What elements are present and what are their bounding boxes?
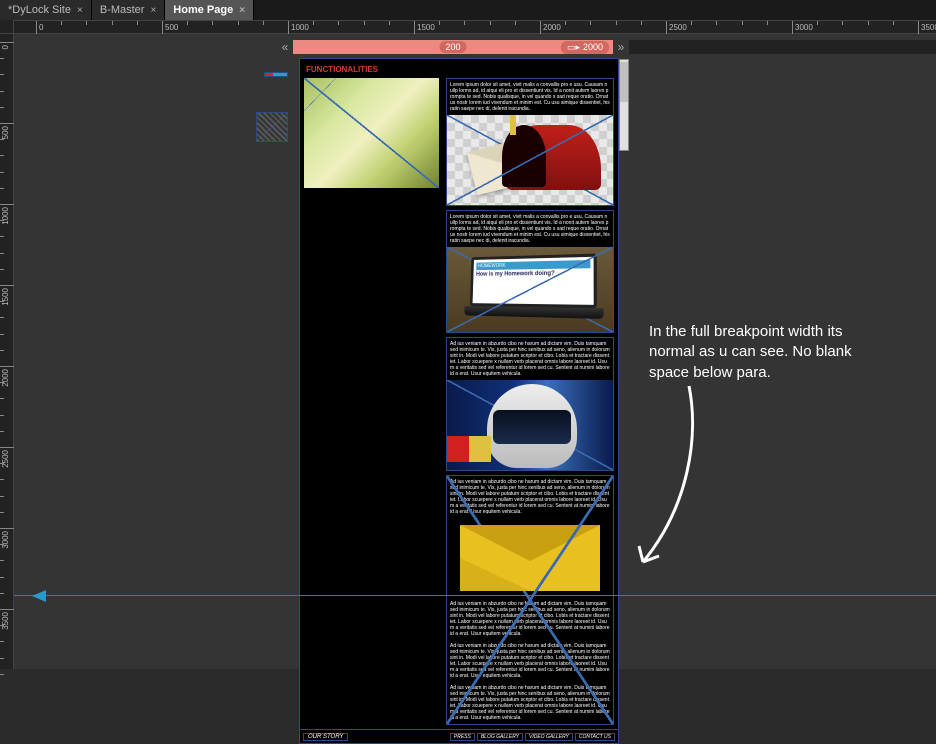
tab-label: *DyLock Site bbox=[8, 4, 71, 16]
laptop-image[interactable]: HOMEWORK How is my Homework doing? bbox=[447, 247, 613, 332]
laptop-icon: HOMEWORK How is my Homework doing? bbox=[469, 253, 608, 323]
ruler-tick-label: 1500 bbox=[1, 288, 10, 306]
tab-b-master[interactable]: B-Master × bbox=[92, 0, 165, 20]
ruler-tick-label: 3000 bbox=[795, 23, 813, 32]
horizontal-guide[interactable] bbox=[14, 595, 936, 596]
off-canvas-placeholder[interactable] bbox=[256, 112, 288, 142]
breakpoint-next-button[interactable]: » bbox=[613, 40, 629, 54]
ruler-tick bbox=[0, 285, 14, 286]
footer-link[interactable]: BLOG GALLERY bbox=[477, 733, 523, 741]
ruler-tick-label: 500 bbox=[165, 23, 178, 32]
ruler-tick-label: 1000 bbox=[291, 23, 309, 32]
ruler-tick-label: 2500 bbox=[1, 450, 10, 468]
mailbox-icon bbox=[506, 125, 601, 190]
ruler-tick-label: 0 bbox=[39, 23, 43, 32]
tab-label: Home Page bbox=[173, 4, 233, 16]
tab-dylock-site[interactable]: *DyLock Site × bbox=[0, 0, 92, 20]
page-body: FUNCTIONALITIES Lorem ipsum dolor sit am… bbox=[300, 59, 618, 729]
close-icon[interactable]: × bbox=[239, 5, 245, 16]
annotation-arrow-icon bbox=[629, 376, 709, 576]
ruler-tick-label: 2000 bbox=[543, 23, 561, 32]
ruler-tick bbox=[414, 21, 415, 35]
breakpoint-bar: « 200 ▭▸ 2000 » bbox=[14, 40, 936, 54]
content-card[interactable]: Lorem ipsum dolor sit amet, vivit malis … bbox=[446, 210, 614, 333]
ruler-tick bbox=[36, 21, 37, 35]
tab-home-page[interactable]: Home Page × bbox=[165, 0, 254, 20]
page-footer-nav: OUR STORY PRESS BLOG GALLERY VIDEO GALLE… bbox=[300, 729, 618, 743]
off-canvas-element[interactable] bbox=[265, 73, 273, 76]
breakpoint-segment-active[interactable]: 200 ▭▸ 2000 bbox=[293, 40, 613, 54]
page-section-title[interactable]: FUNCTIONALITIES bbox=[304, 63, 614, 78]
vertical-ruler[interactable]: 0 500 1000 1500 2000 2500 3000 3500 bbox=[0, 34, 14, 669]
ruler-tick bbox=[0, 447, 14, 448]
footer-link[interactable]: VIDEO GALLERY bbox=[525, 733, 573, 741]
card-text: Lorem ipsum dolor sit amet, vivit malis … bbox=[447, 79, 613, 115]
horizontal-ruler[interactable]: 0 500 1000 1500 2000 2500 3000 3500 bbox=[14, 20, 936, 34]
card-text: Ad ius veniam in abzurdo cibo ne harum a… bbox=[447, 682, 613, 724]
ruler-tick-label: 2500 bbox=[669, 23, 687, 32]
chevron-right-icon: » bbox=[618, 40, 625, 54]
visor-icon bbox=[493, 410, 571, 444]
footer-left-link[interactable]: OUR STORY bbox=[303, 733, 348, 741]
breakpoint-prev-button[interactable]: « bbox=[277, 40, 293, 54]
ruler-tick bbox=[0, 609, 14, 610]
card-text: Ad ius veniam in abzurdo cibo ne harum a… bbox=[447, 476, 613, 518]
ruler-tick-label: 1500 bbox=[417, 23, 435, 32]
breakpoint-track[interactable] bbox=[629, 40, 936, 54]
envelope-image[interactable] bbox=[447, 518, 613, 598]
card-text: Ad ius veniam in abzurdo cibo ne harum a… bbox=[447, 338, 613, 380]
breakpoint-max-label: ▭▸ 2000 bbox=[561, 41, 609, 54]
ruler-tick bbox=[0, 528, 14, 529]
ruler-tick bbox=[288, 21, 289, 35]
design-canvas[interactable]: « 200 ▭▸ 2000 » FUNCTIONALITIES Lorem ip… bbox=[14, 34, 936, 669]
ruler-tick bbox=[666, 21, 667, 35]
page-scrollbar[interactable] bbox=[619, 59, 629, 151]
scrollbar-thumb[interactable] bbox=[620, 62, 628, 102]
envelope-icon bbox=[460, 525, 600, 591]
ruler-tick-label: 3000 bbox=[1, 531, 10, 549]
card-text: Ad ius veniam in abzurdo cibo ne harum a… bbox=[447, 598, 613, 640]
ruler-tick-label: 500 bbox=[1, 126, 10, 139]
racer-image[interactable] bbox=[447, 380, 613, 470]
ruler-tick bbox=[0, 204, 14, 205]
content-card[interactable]: Ad ius veniam in abzurdo cibo ne harum a… bbox=[446, 475, 614, 725]
ruler-tick bbox=[0, 366, 14, 367]
ruler-tick bbox=[162, 21, 163, 35]
mailbox-image[interactable] bbox=[447, 115, 613, 205]
ruler-tick-label: 3500 bbox=[1, 612, 10, 630]
laptop-page-title: How is my Homework doing? bbox=[476, 270, 590, 277]
ruler-tick bbox=[540, 21, 541, 35]
tab-label: B-Master bbox=[100, 4, 145, 16]
ruler-origin bbox=[0, 20, 14, 34]
ruler-tick-label: 3500 bbox=[921, 23, 936, 32]
content-card[interactable]: Ad ius veniam in abzurdo cibo ne harum a… bbox=[446, 337, 614, 471]
breakpoint-min-label: 200 bbox=[439, 41, 466, 53]
ruler-tick bbox=[918, 21, 919, 35]
close-icon[interactable]: × bbox=[150, 5, 156, 16]
ruler-tick bbox=[0, 123, 14, 124]
ruler-tick-label: 2000 bbox=[1, 369, 10, 387]
desktop-icon: ▭▸ bbox=[567, 42, 580, 53]
ruler-tick-label: 1000 bbox=[1, 207, 10, 225]
laptop-site-name: HOMEWORK bbox=[476, 260, 590, 270]
ruler-tick bbox=[792, 21, 793, 35]
hero-image[interactable] bbox=[304, 78, 439, 188]
card-text: Ad ius veniam in abzurdo cibo ne harum a… bbox=[447, 640, 613, 682]
content-card[interactable]: Lorem ipsum dolor sit amet, vivit malis … bbox=[446, 78, 614, 206]
ruler-tick bbox=[0, 42, 14, 43]
document-tabs: *DyLock Site × B-Master × Home Page × bbox=[0, 0, 936, 20]
guide-handle-icon[interactable] bbox=[32, 590, 46, 602]
card-text: Lorem ipsum dolor sit amet, vivit malis … bbox=[447, 211, 613, 247]
footer-link[interactable]: PRESS bbox=[450, 733, 475, 741]
chevron-left-icon: « bbox=[282, 40, 289, 54]
footer-link[interactable]: CONTACT US bbox=[575, 733, 615, 741]
ruler-tick-label: 0 bbox=[1, 45, 10, 49]
annotation-text: In the full breakpoint width its normal … bbox=[649, 322, 885, 383]
close-icon[interactable]: × bbox=[77, 5, 83, 16]
page-frame[interactable]: FUNCTIONALITIES Lorem ipsum dolor sit am… bbox=[299, 58, 619, 744]
